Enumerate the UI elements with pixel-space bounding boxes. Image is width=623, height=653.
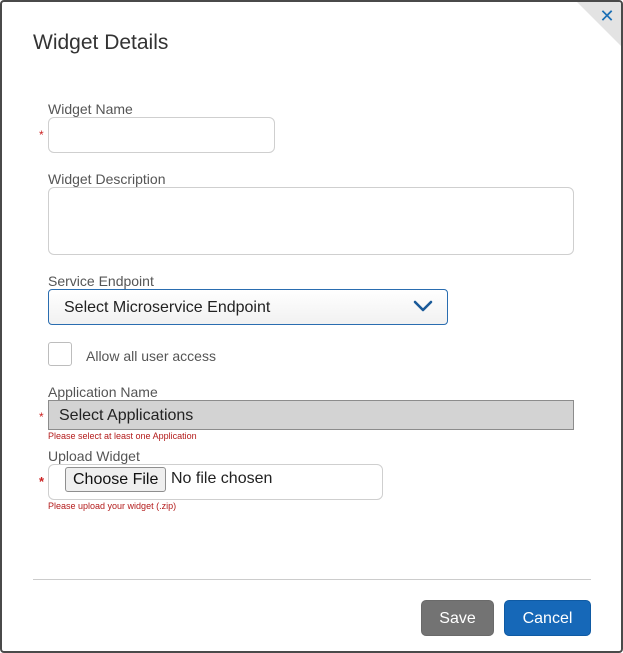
upload-widget-required-mark: * (39, 474, 45, 489)
upload-error-text: Please upload your widget (.zip) (48, 501, 177, 511)
application-name-label: Application Name (48, 384, 158, 400)
service-endpoint-selected: Select Microservice Endpoint (64, 299, 271, 316)
widget-name-required-mark: * (39, 128, 44, 142)
footer-divider (33, 579, 591, 580)
widget-description-label: Widget Description (48, 171, 166, 187)
allow-all-access-checkbox[interactable] (48, 342, 72, 366)
allow-all-access-label: Allow all user access (86, 348, 216, 364)
service-endpoint-label: Service Endpoint (48, 273, 154, 289)
widget-description-input[interactable] (48, 187, 574, 255)
application-select[interactable]: Select Applications (48, 400, 574, 430)
widget-name-label: Widget Name (48, 101, 133, 117)
application-name-required-mark: * (39, 410, 44, 424)
close-icon[interactable]: ✕ (597, 6, 617, 26)
upload-widget-label: Upload Widget (48, 448, 140, 464)
dialog-title: Widget Details (33, 31, 169, 54)
application-error-text: Please select at least one Application (48, 431, 197, 441)
chevron-down-icon (413, 300, 433, 312)
widget-name-input[interactable] (48, 117, 275, 153)
choose-file-button[interactable]: Choose File (65, 467, 167, 492)
widget-details-dialog: ✕ Widget Details Widget Name * Widget De… (0, 0, 623, 653)
upload-widget-field: Choose File No file chosen (48, 464, 383, 500)
file-status-text: No file chosen (171, 470, 273, 487)
save-button[interactable]: Save (421, 600, 494, 636)
service-endpoint-select[interactable]: Select Microservice Endpoint (48, 289, 448, 325)
application-select-text: Select Applications (59, 407, 194, 424)
cancel-button[interactable]: Cancel (504, 600, 591, 636)
